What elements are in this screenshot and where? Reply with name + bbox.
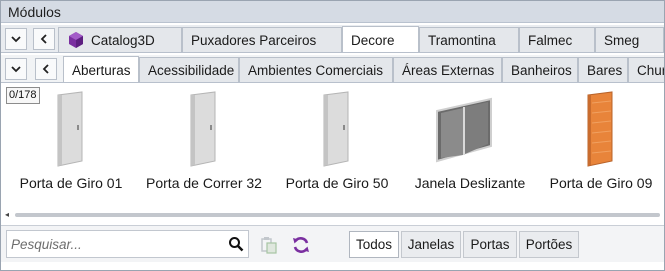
filter-label: Janelas [407, 237, 455, 252]
white-door-thumbnail [190, 91, 216, 167]
item-label: Janela Deslizante [414, 175, 526, 191]
modules-window: Módulos Catalog3D Puxadores Parceiros De… [0, 0, 665, 271]
window-titlebar: Módulos [1, 1, 664, 23]
tab-areas-externas[interactable]: Áreas Externas [393, 57, 502, 82]
tab-label: Ambientes Comerciais [248, 62, 384, 78]
item-label: Porta de Correr 32 [146, 175, 262, 191]
filter-label: Portas [470, 237, 510, 252]
refresh-icon[interactable] [291, 235, 311, 255]
bottom-toolbar: Todos Janelas Portas Portões [1, 225, 664, 262]
item-label: Porta de Giro 01 [19, 175, 123, 191]
filter-portas-button[interactable]: Portas [463, 231, 517, 258]
catalog-item-porta-de-giro-09[interactable]: Porta de Giro 09 [536, 91, 664, 201]
tab-label: Tramontina [428, 32, 496, 48]
categories-dropdown-button[interactable] [5, 58, 27, 80]
tab-acessibilidade[interactable]: Acessibilidade [139, 57, 239, 82]
tab-banheiros[interactable]: Banheiros [502, 57, 578, 82]
items-horizontal-scrollbar[interactable]: ◂ [5, 210, 662, 220]
tab-label: Banheiros [511, 62, 572, 78]
catalog-item-porta-de-giro-01[interactable]: Porta de Giro 01 [6, 91, 136, 201]
category-tabbar: Aberturas Acessibilidade Ambientes Comer… [1, 55, 664, 83]
item-label: Porta de Giro 09 [549, 175, 653, 191]
scroll-left-arrow-icon[interactable]: ◂ [5, 210, 13, 220]
wood-door-thumbnail [587, 91, 613, 167]
search-icon[interactable] [228, 236, 244, 252]
tab-churrasqueiras[interactable]: Chur [628, 57, 664, 82]
paste-clipboard-icon[interactable] [259, 235, 279, 255]
tab-puxadores-parceiros[interactable]: Puxadores Parceiros [182, 27, 342, 52]
tab-label: Smeg [604, 32, 640, 48]
catalog-item-porta-de-correr-32[interactable]: Porta de Correr 32 [139, 91, 269, 201]
catalog3d-cube-icon [69, 32, 83, 48]
tab-label: Puxadores Parceiros [191, 32, 317, 48]
tabs-scroll-left-button[interactable] [33, 28, 55, 50]
filter-janelas-button[interactable]: Janelas [401, 231, 461, 258]
white-door-thumbnail [57, 91, 83, 167]
tab-aberturas[interactable]: Aberturas [63, 56, 139, 82]
tab-label: Acessibilidade [148, 62, 235, 78]
white-door-thumbnail [323, 91, 349, 167]
tab-label: Catalog3D [91, 32, 155, 48]
window-title: Módulos [8, 4, 61, 20]
categories-scroll-left-button[interactable] [35, 58, 57, 80]
tab-label: Bares [587, 62, 623, 78]
tab-label: Áreas Externas [402, 62, 495, 78]
filter-label: Portões [525, 237, 573, 252]
tab-bares[interactable]: Bares [578, 57, 628, 82]
filter-todos-button[interactable]: Todos [349, 231, 399, 258]
tab-tramontina[interactable]: Tramontina [419, 27, 519, 52]
tabs-dropdown-button[interactable] [5, 28, 27, 50]
tab-label: Chur [637, 62, 664, 78]
window-bottom-edge [1, 263, 664, 270]
catalog-item-janela-deslizante[interactable]: Janela Deslizante [405, 91, 535, 201]
scrollbar-thumb[interactable] [15, 213, 660, 217]
tab-decore[interactable]: Decore [342, 26, 419, 52]
tab-label: Decore [351, 32, 395, 48]
chevron-down-icon [11, 66, 21, 73]
search-box [6, 230, 249, 258]
tab-falmec[interactable]: Falmec [519, 27, 595, 52]
catalog-item-porta-de-giro-50[interactable]: Porta de Giro 50 [272, 91, 402, 201]
tab-label: Aberturas [72, 62, 131, 78]
tab-catalog3d[interactable]: Catalog3D [58, 27, 182, 52]
item-label: Porta de Giro 50 [285, 175, 389, 191]
chevron-down-icon [11, 36, 21, 43]
search-input[interactable] [11, 235, 221, 253]
chevron-left-icon [40, 34, 47, 44]
tab-ambientes-comerciais[interactable]: Ambientes Comerciais [239, 57, 393, 82]
tab-smeg[interactable]: Smeg [595, 27, 664, 52]
filter-label: Todos [355, 237, 393, 252]
tab-label: Falmec [528, 32, 573, 48]
library-tabbar: Catalog3D Puxadores Parceiros Decore Tra… [1, 25, 664, 53]
sliding-window-thumbnail [436, 97, 492, 163]
chevron-left-icon [42, 64, 49, 74]
filter-portoes-button[interactable]: Portões [519, 231, 579, 258]
